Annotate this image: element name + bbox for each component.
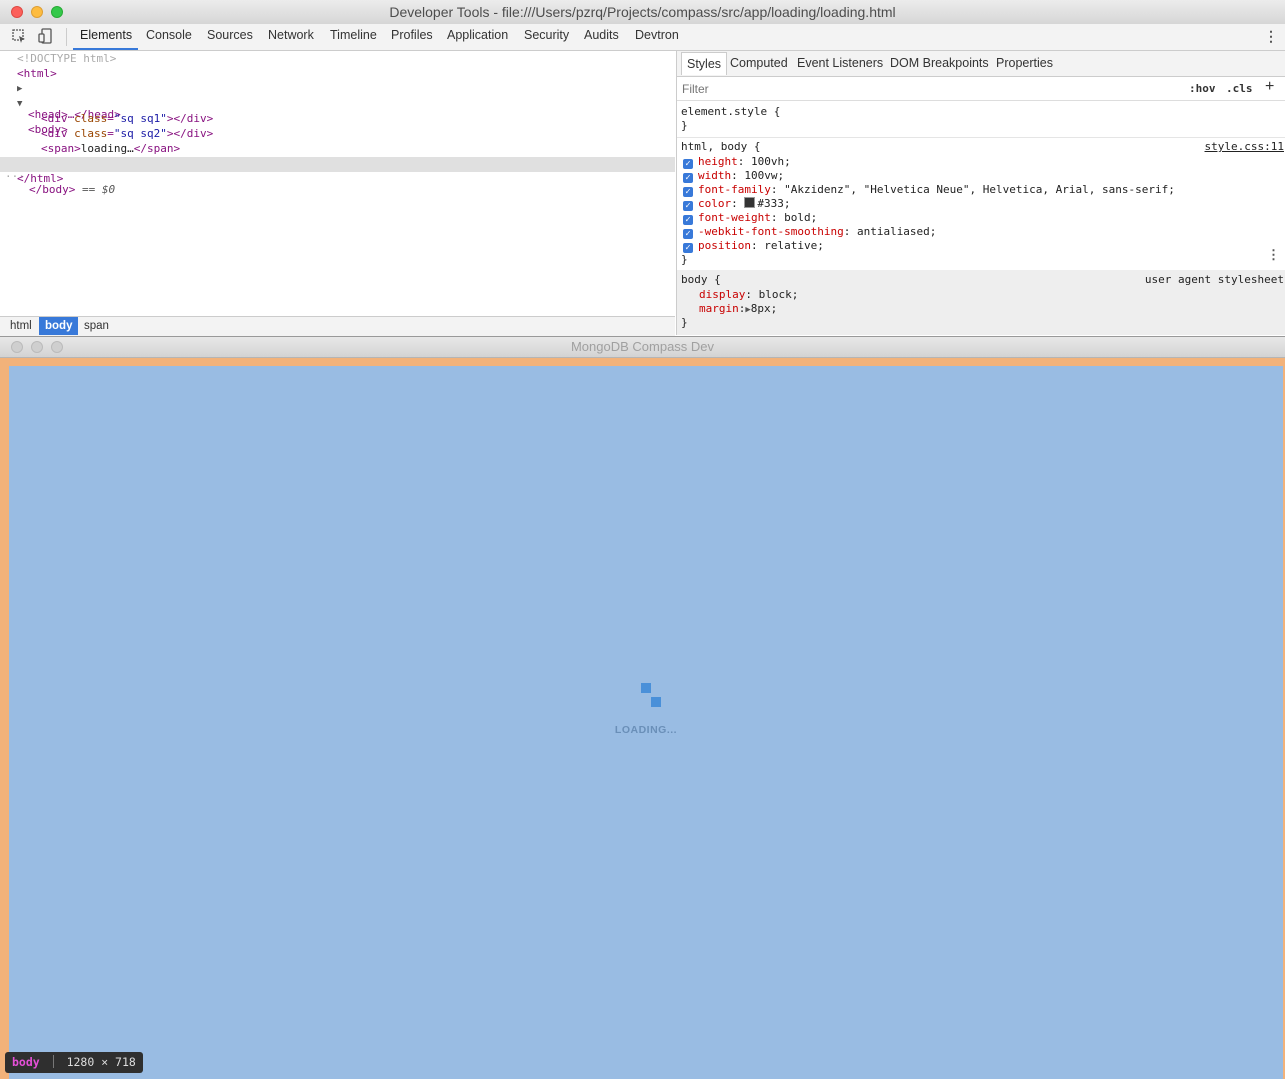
rule1-selector[interactable]: html, body { [681,140,760,154]
tab-devtron[interactable]: Devtron [635,28,679,42]
loading-label: LOADING... [614,724,678,736]
app-window-title: MongoDB Compass Dev [570,339,715,354]
tab-properties[interactable]: Properties [996,56,1053,70]
loading-page: LOADING... [9,366,1283,1079]
rule1-prop-position[interactable]: ✓ position: relative; [683,239,824,253]
more-options-icon[interactable]: ⋮ [1264,28,1278,45]
tab-security[interactable]: Security [524,28,569,42]
rule2-prop-display[interactable]: display: block; [699,288,798,302]
tab-computed[interactable]: Computed [730,56,788,70]
class-toggle[interactable]: .cls [1226,82,1253,95]
expand-triangle-icon[interactable]: ▶ [17,84,22,94]
styles-filter-input[interactable] [680,80,984,98]
app-window: MongoDB Compass Dev LOADING... [0,337,1285,1079]
dom-doctype[interactable]: <!DOCTYPE html> [17,52,692,67]
dom-div-sq2[interactable]: <div class="sq sq2"></div> [41,127,716,142]
breadcrumb-span[interactable]: span [78,317,115,335]
dom-html-open[interactable]: <html> [17,67,692,82]
rule-menu-icon[interactable]: ⋮ [1267,248,1280,263]
rule1-close: } [681,253,688,266]
dom-head-node[interactable]: ▶ <head>…</head> [17,82,692,121]
tab-network[interactable]: Network [268,28,314,42]
dom-span-loading[interactable]: <span>loading…</span> [41,142,716,157]
hover-state-toggle[interactable]: :hov [1189,82,1216,95]
toolbar-divider [66,28,67,46]
rule-divider [677,137,1285,138]
checkbox-checked-icon[interactable]: ✓ [683,243,693,253]
app-titlebar[interactable]: MongoDB Compass Dev [0,337,1285,358]
rule2-close: } [681,316,688,329]
color-swatch[interactable] [744,197,756,208]
inspect-element-icon[interactable] [12,29,27,49]
checkbox-checked-icon[interactable]: ✓ [683,187,693,197]
rule2-source: user agent stylesheet [1144,273,1284,286]
elements-panel: <!DOCTYPE html> <html> ▶ <head>…</head> … [0,51,675,335]
rule1-prop-width[interactable]: ✓ width: 100vw; [683,169,784,183]
active-tab-indicator [73,48,138,50]
collapse-triangle-icon[interactable]: ▼ [17,99,22,109]
tab-styles[interactable]: Styles [681,52,728,75]
add-rule-icon[interactable]: + [1265,78,1274,96]
rule1-prop-height[interactable]: ✓ height: 100vh; [683,155,791,169]
tab-event-listeners[interactable]: Event Listeners [797,56,883,70]
rule1-prop-font-smoothing[interactable]: ✓ -webkit-font-smoothing: antialiased; [683,225,936,239]
dom-body-open[interactable]: ▼ <body> [17,97,692,136]
styles-tabbar: Styles Computed Event Listeners DOM Brea… [677,51,1285,77]
loading-square-2 [651,697,661,707]
badge-element-name: body [12,1055,40,1069]
devtools-window: Developer Tools - file:///Users/pzrq/Pro… [0,0,1285,337]
dom-body-close-selected[interactable]: ··· </body> == $0 [0,157,675,196]
tab-elements[interactable]: Elements [80,28,132,42]
element-style-close: } [681,119,688,132]
rule2-selector[interactable]: body { [681,273,721,287]
checkbox-checked-icon[interactable]: ✓ [683,215,693,225]
tab-console[interactable]: Console [146,28,192,42]
devtools-tabbar: Elements Console Sources Network Timelin… [0,24,1285,51]
checkbox-checked-icon[interactable]: ✓ [683,159,693,169]
checkbox-checked-icon[interactable]: ✓ [683,201,693,211]
loading-square-1 [641,683,651,693]
dom-div-sq1[interactable]: <div class="sq sq1"></div> [41,112,716,127]
rule1-source-link[interactable]: style.css:11 [1205,140,1284,154]
rule1-prop-color[interactable]: ✓ color: #333; [683,197,791,211]
rule2-prop-margin[interactable]: margin:▶8px; [699,302,777,316]
styles-pane: Styles Computed Event Listeners DOM Brea… [676,51,1285,335]
badge-size: 1280 × 718 [66,1055,136,1069]
devtools-titlebar[interactable]: Developer Tools - file:///Users/pzrq/Pro… [0,0,1285,25]
element-size-badge: body 1280 × 718 [5,1052,143,1073]
element-style-selector[interactable]: element.style { [681,105,780,119]
dom-html-close[interactable]: </html> [17,172,692,187]
breadcrumb: html body span [0,316,675,336]
breadcrumb-html[interactable]: html [4,317,38,335]
tab-audits[interactable]: Audits [584,28,619,42]
devtools-window-title: Developer Tools - file:///Users/pzrq/Pro… [389,4,896,20]
breadcrumb-body[interactable]: body [39,317,79,335]
checkbox-checked-icon[interactable]: ✓ [683,173,693,183]
tab-application[interactable]: Application [447,28,508,42]
tab-profiles[interactable]: Profiles [391,28,433,42]
checkbox-checked-icon[interactable]: ✓ [683,229,693,239]
tab-timeline[interactable]: Timeline [330,28,377,42]
device-toolbar-icon[interactable] [38,28,53,49]
rule1-prop-font-weight[interactable]: ✓ font-weight: bold; [683,211,817,225]
tab-sources[interactable]: Sources [207,28,253,42]
styles-filter-row: :hov .cls + [677,77,1285,101]
rule1-prop-font-family[interactable]: ✓ font-family: "Akzidenz", "Helvetica Neu… [683,183,1175,197]
tab-dom-breakpoints[interactable]: DOM Breakpoints [890,56,989,70]
